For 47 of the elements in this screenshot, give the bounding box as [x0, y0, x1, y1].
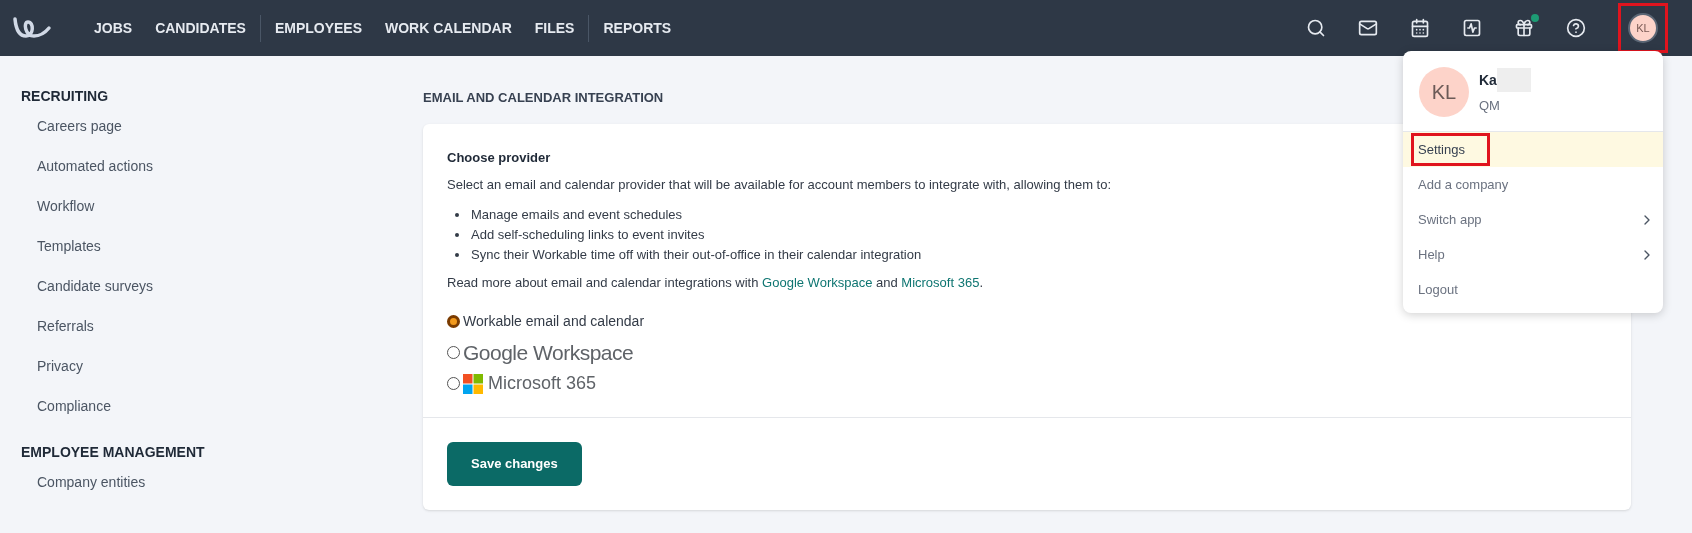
- provider-logo-text: Google Workspace: [463, 339, 634, 366]
- sidebar-item[interactable]: Company entities: [37, 472, 146, 512]
- radio-button[interactable]: [447, 346, 460, 359]
- sidebar-item[interactable]: Careers page: [37, 116, 122, 156]
- sidebar-item[interactable]: Workflow: [37, 196, 95, 236]
- radio-button[interactable]: [447, 377, 460, 390]
- menu-item-label: Add a company: [1417, 175, 1510, 194]
- read-more-text: Read more about email and calendar integrations with Google Workspace and Microsoft 365.: [447, 273, 983, 292]
- sidebar-item[interactable]: Privacy: [37, 356, 83, 396]
- menu-item[interactable]: Settings: [1403, 132, 1663, 167]
- section-title: EMAIL AND CALENDAR INTEGRATION: [423, 89, 664, 107]
- menu-item[interactable]: Help: [1403, 237, 1663, 272]
- nav-link[interactable]: REPORTS: [595, 14, 681, 42]
- sidebar-item[interactable]: Candidate surveys: [37, 276, 153, 316]
- radio-button[interactable]: [447, 315, 460, 328]
- logo-icon[interactable]: [12, 16, 52, 40]
- sidebar-heading: RECRUITING: [21, 87, 110, 106]
- nav-link[interactable]: FILES: [526, 14, 590, 42]
- highlight-frame: Settings: [1411, 132, 1490, 167]
- nav-link[interactable]: JOBS: [86, 14, 142, 42]
- gift-icon[interactable]: [1514, 17, 1536, 39]
- save-button[interactable]: Save changes: [447, 442, 582, 486]
- user-role: QM: [1479, 97, 1501, 116]
- nav-link[interactable]: CANDIDATES: [147, 14, 261, 42]
- four-squares-logo-icon: [463, 373, 483, 394]
- menu-item[interactable]: Add a company: [1403, 167, 1663, 202]
- provider-logo-text: Microsoft 365: [488, 372, 597, 395]
- sidebar-item[interactable]: Templates: [37, 236, 101, 276]
- menu-item[interactable]: Logout: [1403, 272, 1663, 307]
- card-heading: Choose provider: [447, 148, 551, 167]
- nav-link[interactable]: EMPLOYEES: [266, 14, 371, 42]
- sidebar-item[interactable]: Automated actions: [37, 156, 153, 196]
- sidebar-item[interactable]: Compliance: [37, 396, 111, 436]
- link[interactable]: Google Workspace: [762, 274, 873, 290]
- menu-item[interactable]: Switch app: [1403, 202, 1663, 237]
- help-icon[interactable]: [1566, 17, 1588, 39]
- user-avatar: KL: [1419, 67, 1469, 117]
- menu-item-label: Help: [1417, 245, 1446, 264]
- menu-item-label: Switch app: [1417, 210, 1483, 229]
- intro-text: Select an email and calendar provider that will be available for account members to integrate with, allowing them to:: [447, 176, 1112, 194]
- option-label: Workable email and calendar: [463, 312, 645, 331]
- sidebar-item[interactable]: Referrals: [37, 316, 94, 356]
- sidebar-heading: EMPLOYEE MANAGEMENT: [21, 443, 206, 462]
- nav-link[interactable]: WORK CALENDAR: [377, 14, 521, 42]
- menu-item-label: Logout: [1417, 280, 1459, 299]
- user-avatar[interactable]: KL: [1628, 13, 1658, 43]
- user-name: Ka: [1479, 70, 1497, 90]
